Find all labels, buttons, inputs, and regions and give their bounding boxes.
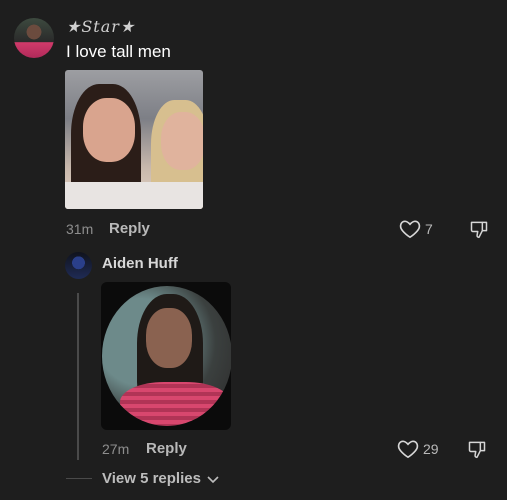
reply-image[interactable] (101, 282, 231, 430)
comment-like-button[interactable] (399, 219, 421, 239)
commenter-username[interactable]: ★𝑆𝑡𝑎𝑟★ (66, 17, 135, 36)
heart-outline-icon (397, 439, 419, 459)
view-replies-divider (66, 478, 92, 479)
reply-like-button[interactable] (397, 439, 419, 459)
heart-outline-icon (399, 219, 421, 239)
thread-line (77, 293, 79, 460)
thumbs-down-outline-icon (467, 439, 487, 459)
commenter-avatar[interactable] (14, 18, 54, 58)
chevron-down-icon (207, 471, 219, 488)
comment-like-count: 7 (425, 221, 433, 237)
comment-timestamp: 31m (66, 221, 94, 237)
comment-dislike-button[interactable] (469, 219, 489, 239)
reply-reply-button[interactable]: Reply (146, 440, 187, 457)
comment-image[interactable] (65, 70, 203, 209)
view-replies-button[interactable]: View 5 replies (102, 470, 219, 488)
reply-timestamp: 27m (102, 441, 130, 457)
reply-dislike-button[interactable] (467, 439, 487, 459)
reply-like-count: 29 (423, 441, 439, 457)
reply-username[interactable]: Aiden Huff (102, 255, 178, 272)
reply-avatar[interactable] (65, 252, 92, 279)
thumbs-down-outline-icon (469, 219, 489, 239)
comment-text: I love tall men (66, 42, 171, 61)
view-replies-label: View 5 replies (102, 470, 201, 487)
comment-reply-button[interactable]: Reply (109, 220, 150, 237)
